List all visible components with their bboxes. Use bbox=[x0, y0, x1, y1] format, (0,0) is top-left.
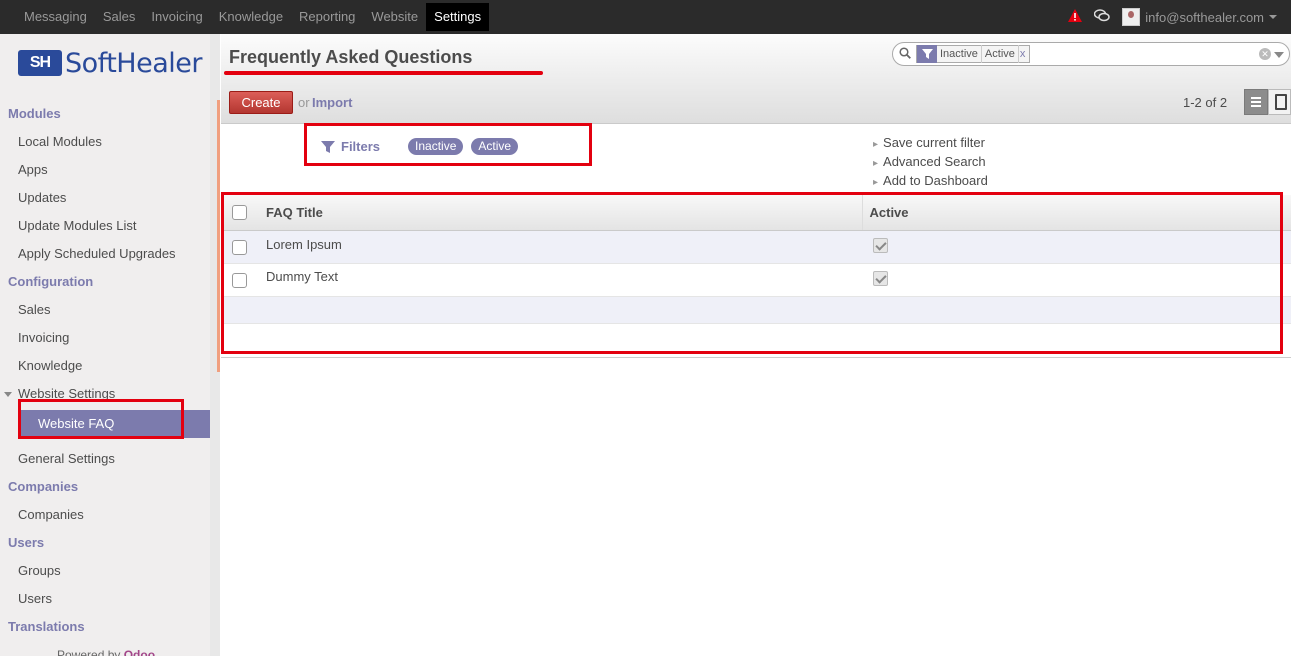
search-icon bbox=[899, 47, 911, 59]
sidebar-item-apply-scheduled-upgrades[interactable]: Apply Scheduled Upgrades bbox=[0, 240, 210, 268]
logo-text: SoftHealer bbox=[65, 47, 202, 79]
sidebar-item-companies[interactable]: Companies bbox=[0, 501, 210, 529]
section-translations: Translations bbox=[8, 619, 85, 634]
company-logo[interactable]: SH SoftHealer bbox=[18, 47, 202, 79]
scrollbar-thumb[interactable] bbox=[217, 100, 220, 372]
search-facet[interactable]: Inactive Active x bbox=[916, 45, 1031, 63]
list-view-button[interactable] bbox=[1244, 89, 1268, 115]
menu-knowledge[interactable]: Knowledge bbox=[211, 0, 291, 34]
import-button[interactable]: Import bbox=[312, 95, 352, 110]
sidebar-item-local-modules[interactable]: Local Modules bbox=[0, 128, 210, 156]
annotation-box-menu-item bbox=[18, 399, 184, 439]
menu-invoicing[interactable]: Invoicing bbox=[143, 0, 210, 34]
caret-down-icon bbox=[4, 392, 12, 397]
section-configuration: Configuration bbox=[8, 274, 94, 289]
chat-bubbles-icon[interactable] bbox=[1094, 9, 1111, 25]
menu-messaging[interactable]: Messaging bbox=[16, 0, 95, 34]
chevron-down-icon bbox=[1269, 15, 1277, 19]
drawer-links: Save current filter Advanced Search Add … bbox=[873, 133, 988, 190]
sidebar-scrollbar[interactable] bbox=[210, 34, 220, 656]
powered-by-label: Powered by bbox=[57, 648, 121, 656]
sidebar: SH SoftHealer Modules Local Modules Apps… bbox=[0, 34, 220, 656]
annotation-box-list bbox=[221, 192, 1283, 354]
menu-sales[interactable]: Sales bbox=[95, 0, 144, 34]
sidebar-item-groups[interactable]: Groups bbox=[0, 557, 210, 585]
top-navbar: Messaging Sales Invoicing Knowledge Repo… bbox=[0, 0, 1291, 34]
control-panel: Frequently Asked Questions Inactive Acti… bbox=[221, 34, 1291, 124]
save-current-filter-link[interactable]: Save current filter bbox=[873, 133, 988, 152]
sidebar-item-update-modules-list[interactable]: Update Modules List bbox=[0, 212, 210, 240]
warning-triangle-icon[interactable] bbox=[1068, 9, 1083, 25]
pager-value[interactable]: 1-2 of 2 bbox=[1183, 95, 1227, 110]
or-label: or bbox=[298, 95, 310, 110]
section-modules: Modules bbox=[8, 106, 61, 121]
advanced-search-link[interactable]: Advanced Search bbox=[873, 152, 988, 171]
logo-mark: SH bbox=[18, 50, 62, 76]
filter-icon bbox=[917, 45, 937, 63]
form-view-button[interactable] bbox=[1268, 89, 1291, 115]
powered-by-link[interactable]: Odoo bbox=[124, 648, 155, 656]
sidebar-item-knowledge[interactable]: Knowledge bbox=[0, 352, 210, 380]
clear-search-icon[interactable]: ✕ bbox=[1259, 48, 1271, 60]
sidebar-item-updates[interactable]: Updates bbox=[0, 184, 210, 212]
facet-value-inactive: Inactive bbox=[937, 45, 982, 63]
annotation-box-filters bbox=[304, 123, 592, 166]
sidebar-item-general-settings[interactable]: General Settings bbox=[0, 445, 210, 473]
menu-website[interactable]: Website bbox=[363, 0, 426, 34]
facet-remove-icon[interactable]: x bbox=[1019, 48, 1030, 60]
main-menu: Messaging Sales Invoicing Knowledge Repo… bbox=[16, 0, 490, 34]
sidebar-item-sales[interactable]: Sales bbox=[0, 296, 210, 324]
menu-settings[interactable]: Settings bbox=[426, 3, 490, 31]
sidebar-item-invoicing[interactable]: Invoicing bbox=[0, 324, 210, 352]
avatar bbox=[1122, 8, 1141, 26]
user-menu[interactable]: info@softhealer.com bbox=[1122, 8, 1277, 26]
section-companies: Companies bbox=[8, 479, 79, 494]
user-email: info@softhealer.com bbox=[1145, 9, 1264, 25]
create-button[interactable]: Create bbox=[229, 91, 293, 114]
powered-by: Powered by Odoo bbox=[57, 648, 155, 656]
section-users: Users bbox=[8, 535, 45, 550]
sidebar-nav: Modules Local Modules Apps Updates Updat… bbox=[0, 100, 210, 641]
menu-reporting[interactable]: Reporting bbox=[291, 0, 363, 34]
systray: info@softhealer.com bbox=[1068, 0, 1277, 34]
sidebar-item-apps[interactable]: Apps bbox=[0, 156, 210, 184]
sidebar-item-users[interactable]: Users bbox=[0, 585, 210, 613]
list-icon bbox=[1251, 97, 1261, 99]
page-title: Frequently Asked Questions bbox=[229, 47, 473, 67]
facet-value-active: Active bbox=[982, 45, 1019, 63]
search-dropdown-toggle-icon[interactable] bbox=[1274, 52, 1284, 58]
annotation-underline-title bbox=[224, 71, 543, 75]
search-bar[interactable]: Inactive Active x ✕ bbox=[892, 42, 1290, 66]
add-to-dashboard-link[interactable]: Add to Dashboard bbox=[873, 171, 988, 190]
